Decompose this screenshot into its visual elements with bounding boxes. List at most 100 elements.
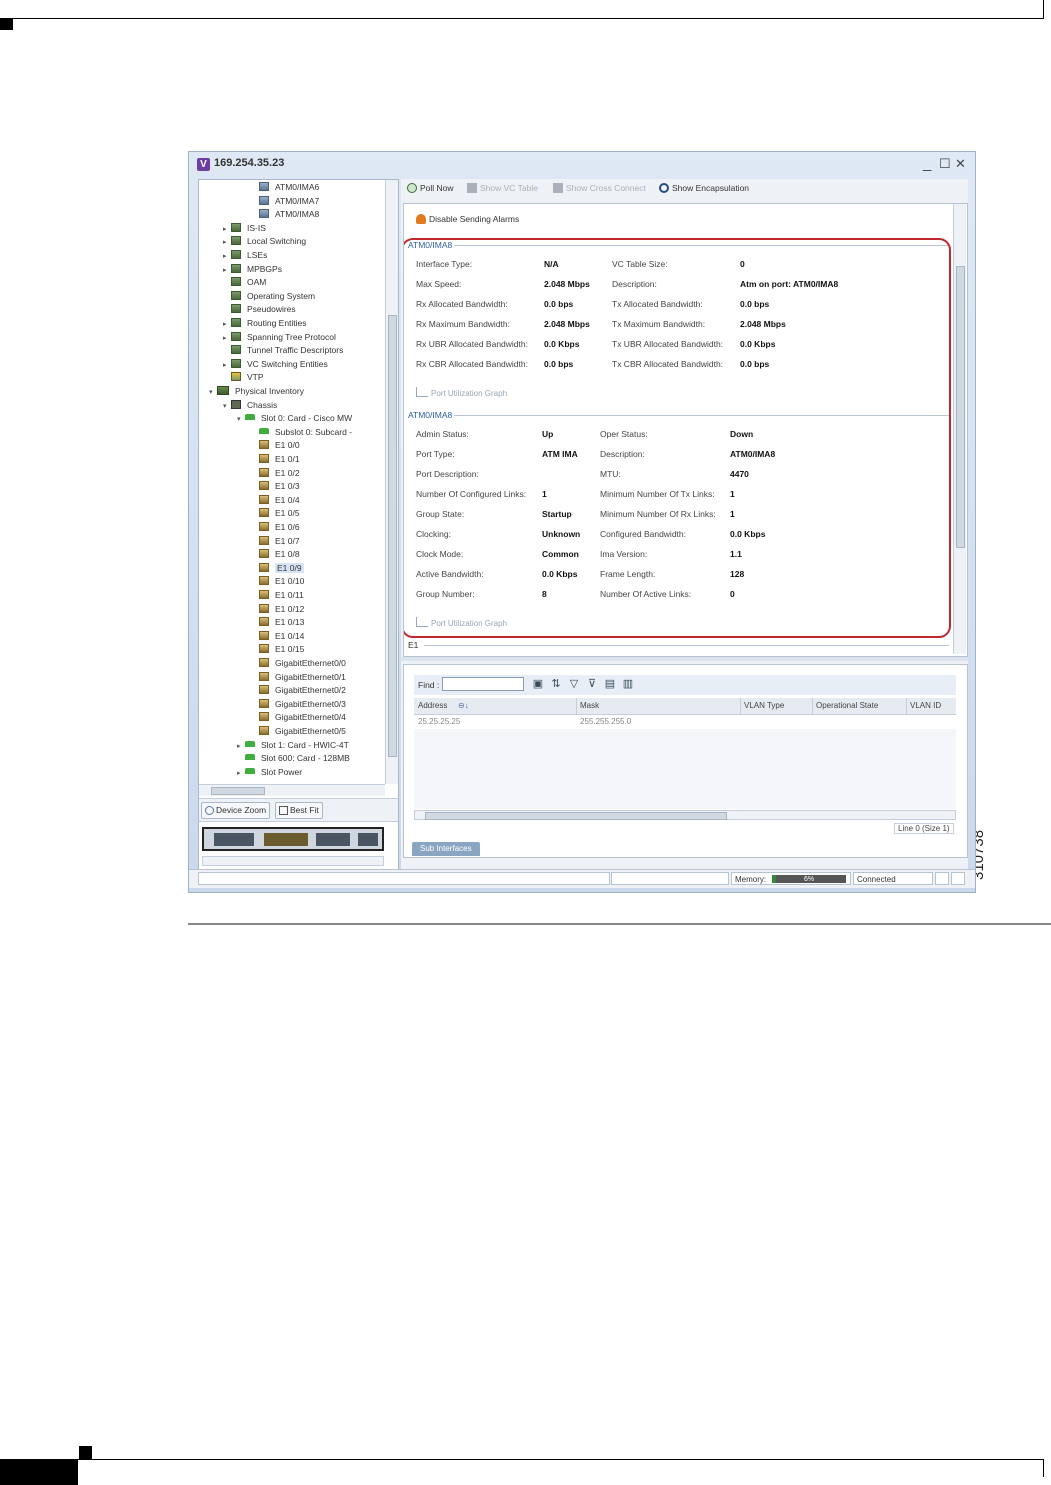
properties-scroll-thumb[interactable]	[956, 266, 965, 548]
tree-item[interactable]: E1 0/12	[251, 603, 304, 616]
expand-arrow-icon[interactable]: ▸	[237, 740, 245, 753]
expand-arrow-icon[interactable]: ▸	[223, 250, 231, 263]
tree-item[interactable]: GigabitEthernet0/5	[251, 725, 346, 738]
tree-item[interactable]: GigabitEthernet0/3	[251, 698, 346, 711]
columns-icon[interactable]: ▤	[604, 678, 616, 690]
collapse-arrow-icon[interactable]: ▾	[237, 413, 245, 426]
tree-item[interactable]: ▸ LSEs	[223, 249, 267, 262]
tree-item[interactable]: VTP	[223, 371, 264, 384]
tree-item[interactable]: Tunnel Traffic Descriptors	[223, 344, 343, 357]
line-count-status: Line 0 (Size 1)	[894, 823, 954, 834]
tree-item[interactable]: E1 0/9	[251, 562, 304, 575]
expand-arrow-icon[interactable]: ▸	[237, 767, 245, 780]
sort-asc-icon[interactable]: ⊖↓	[458, 701, 469, 710]
tree-item[interactable]: ▸ Slot 1: Card - HWIC-4T	[237, 739, 349, 752]
tree-item[interactable]: E1 0/2	[251, 467, 300, 480]
collapse-arrow-icon[interactable]: ▾	[223, 400, 231, 413]
properties-scrollbar[interactable]	[953, 204, 966, 654]
tree-item[interactable]: GigabitEthernet0/0	[251, 657, 346, 670]
tree-item[interactable]: Operating System	[223, 290, 315, 303]
best-fit-button[interactable]: Best Fit	[275, 802, 323, 819]
tree-item[interactable]: ▸ Spanning Tree Protocol	[223, 331, 336, 344]
tree-item[interactable]: E1 0/14	[251, 630, 304, 643]
tree-item[interactable]: Pseudowires	[223, 303, 296, 316]
expand-arrow-icon[interactable]: ▸	[223, 236, 231, 249]
poll-now-button[interactable]: Poll Now	[407, 183, 454, 193]
tree-item[interactable]: GigabitEthernet0/2	[251, 684, 346, 697]
tree-item[interactable]: GigabitEthernet0/1	[251, 671, 346, 684]
tree-item[interactable]: GigabitEthernet0/4	[251, 711, 346, 724]
e1-section-divider	[424, 645, 949, 646]
tree-item[interactable]: E1 0/7	[251, 535, 300, 548]
status-message	[198, 872, 610, 885]
table-row[interactable]: 25.25.25.25 255.255.255.0	[414, 715, 956, 729]
tree-horizontal-scrollbar[interactable]	[199, 784, 385, 796]
show-vc-table-button[interactable]: Show VC Table	[467, 183, 538, 193]
tree-item[interactable]: E1 0/15	[251, 643, 304, 656]
pane-splitter[interactable]	[401, 657, 968, 661]
expand-arrow-icon[interactable]: ▸	[223, 332, 231, 345]
tree-item[interactable]: ▸ IS-IS	[223, 222, 266, 235]
tree-item[interactable]: E1 0/5	[251, 507, 300, 520]
tree-item[interactable]: ▸ Routing Entities	[223, 317, 307, 330]
table-horizontal-scrollbar[interactable]	[414, 810, 956, 820]
tree-item[interactable]: ▸ Slot Power	[237, 766, 302, 779]
export-icon[interactable]: ▣	[532, 678, 544, 690]
show-encapsulation-button[interactable]: Show Encapsulation	[659, 183, 749, 193]
print-icon[interactable]: ▥	[622, 678, 634, 690]
expand-arrow-icon[interactable]: ▸	[223, 264, 231, 277]
tree-item[interactable]: ▸ Local Switching	[223, 235, 306, 248]
tree-item[interactable]: E1 0/0	[251, 439, 300, 452]
tree-scroll-thumb[interactable]	[388, 315, 397, 757]
expand-arrow-icon[interactable]: ▸	[223, 223, 231, 236]
expand-arrow-icon[interactable]: ▸	[223, 359, 231, 372]
expand-arrow-icon[interactable]: ▸	[223, 318, 231, 331]
tree-item[interactable]: ATM0/IMA7	[251, 195, 319, 208]
column-operational-state[interactable]: Operational State	[816, 701, 878, 710]
advanced-filter-icon[interactable]: ⊽	[586, 678, 598, 690]
filter-icon[interactable]: ▽	[568, 678, 580, 690]
tree-item[interactable]: Slot 600: Card - 128MB	[237, 752, 350, 765]
tree-item[interactable]: E1 0/11	[251, 589, 304, 602]
close-button[interactable]: ✕	[955, 156, 966, 172]
connection-status: Connected	[853, 872, 933, 885]
minimize-button[interactable]: _	[923, 155, 931, 172]
device-zoom-button[interactable]: Device Zoom	[201, 802, 271, 819]
tree-item[interactable]: Subslot 0: Subcard -	[251, 426, 352, 439]
find-input[interactable]	[442, 677, 524, 691]
column-vlan-id[interactable]: VLAN ID	[910, 701, 941, 710]
find-toolbar: Find : ▣ ⇅ ▽ ⊽ ▤ ▥	[414, 675, 956, 695]
tree-item[interactable]: E1 0/3	[251, 480, 300, 493]
tab-sub-interfaces[interactable]: Sub Interfaces	[412, 842, 480, 856]
card-icon	[259, 427, 269, 434]
table-scroll-thumb[interactable]	[425, 812, 727, 820]
ima-field-label: Group Number:	[416, 589, 475, 599]
tree-item[interactable]: E1 0/13	[251, 616, 304, 629]
tree-item[interactable]: ▸ VC Switching Entities	[223, 358, 328, 371]
tree-item[interactable]: ▾ Slot 0: Card - Cisco MW	[237, 412, 352, 425]
tree-item[interactable]: ▸ MPBGPs	[223, 263, 282, 276]
column-mask[interactable]: Mask	[580, 701, 599, 710]
tree-item[interactable]: E1 0/8	[251, 548, 300, 561]
tree-hscroll-thumb[interactable]	[211, 787, 265, 795]
tree-item[interactable]: ▾ Physical Inventory	[209, 385, 304, 398]
tree-item[interactable]: ▾ Chassis	[223, 399, 277, 412]
minimap-scrollbar[interactable]	[202, 856, 384, 866]
ima-group-icon	[259, 195, 269, 205]
tree-item[interactable]: E1 0/4	[251, 494, 300, 507]
column-address[interactable]: Address	[418, 701, 447, 710]
maximize-button[interactable]: ☐	[939, 156, 951, 172]
collapse-arrow-icon[interactable]: ▾	[209, 386, 217, 399]
show-cross-connect-button[interactable]: Show Cross Connect	[553, 183, 646, 193]
tree-item[interactable]: OAM	[223, 276, 266, 289]
atm-field-value: 0.0 bps	[740, 359, 770, 369]
tree-item[interactable]: E1 0/1	[251, 453, 300, 466]
tree-item[interactable]: ATM0/IMA8	[251, 208, 319, 221]
tree-item[interactable]: E1 0/6	[251, 521, 300, 534]
tree-vertical-scrollbar[interactable]	[385, 180, 398, 784]
column-vlan-type[interactable]: VLAN Type	[744, 701, 784, 710]
sort-icon[interactable]: ⇅	[550, 678, 562, 690]
tree-item[interactable]: E1 0/10	[251, 575, 304, 588]
tree-item[interactable]: ATM0/IMA6	[251, 181, 319, 194]
disable-alarms-link[interactable]: Disable Sending Alarms	[416, 214, 519, 224]
